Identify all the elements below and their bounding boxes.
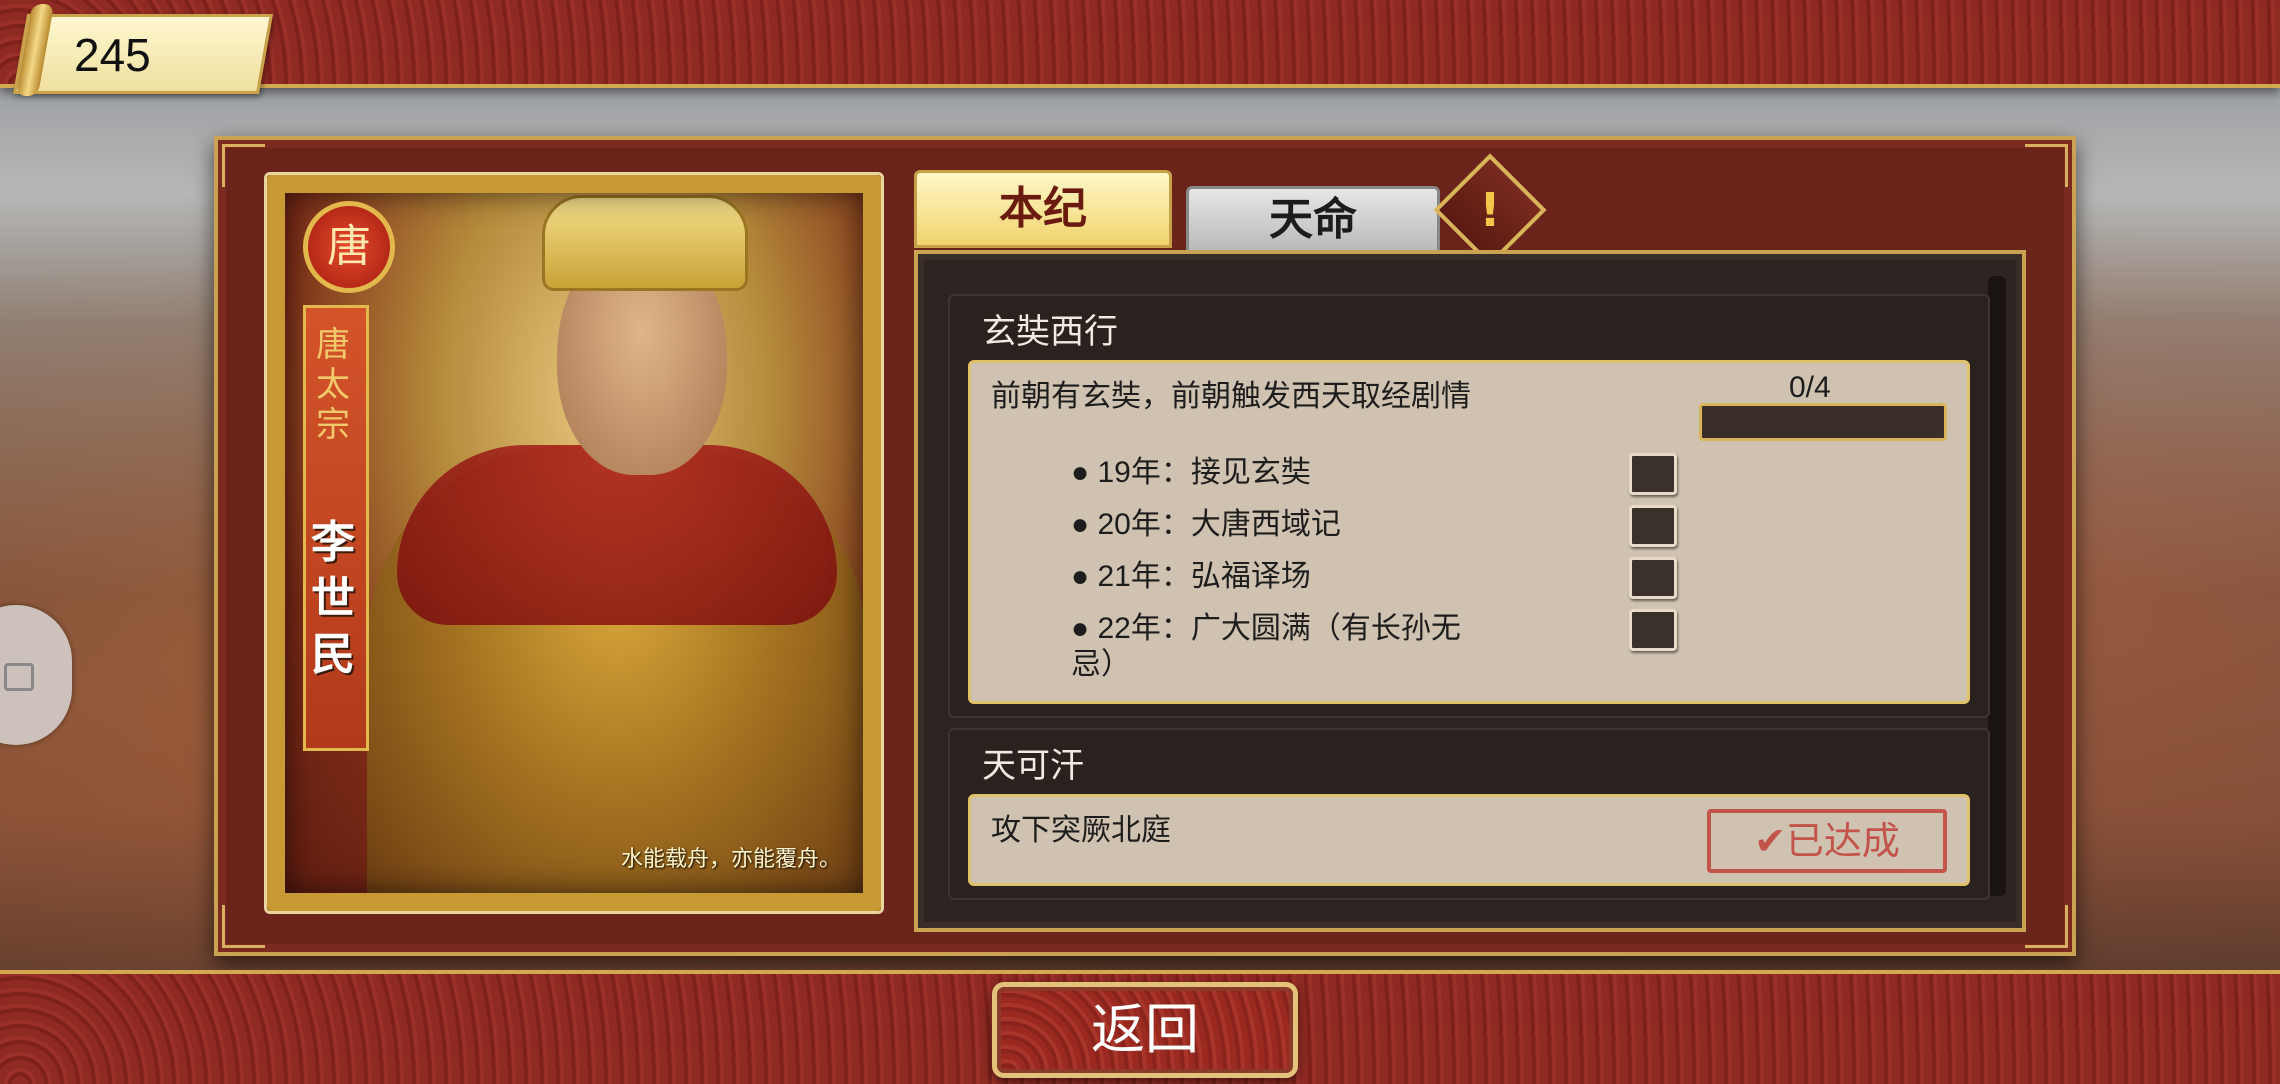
character-title: 唐太宗 [316,325,350,445]
progress-count: 0/4 [1789,371,1831,404]
scrollbar[interactable] [1988,276,2006,896]
exclamation-glyph: ! [1479,183,1501,237]
corner-ornament [222,905,265,948]
task-item: ● 22年：广大圆满（有长孙无忌） [1071,612,1461,681]
character-quote: 水能载舟，亦能覆舟。 [620,847,841,872]
achievement-section: 玄奘西行 前朝有玄奘，前朝触发西天取经剧情 0/4 ● 19年：接见玄奘 ● 2… [948,294,1990,718]
lock-icon [4,663,34,691]
section-title: 玄奘西行 [982,313,1118,351]
score-value: 245 [74,29,151,81]
achievement-detail: 攻下突厥北庭 ✔已达成 [968,794,1970,886]
progress-bar [1699,403,1947,441]
dynasty-emblem: 唐 [303,201,395,293]
task-checkbox [1629,609,1677,651]
task-item: ● 20年：大唐西域记 [1071,508,1341,541]
corner-ornament [2025,144,2068,187]
completed-stamp: ✔已达成 [1707,809,1947,873]
task-item: ● 19年：接见玄奘 [1071,456,1311,489]
character-name: 李世民 [311,517,355,680]
achievement-description: 攻下突厥北庭 [991,814,1171,847]
section-title: 天可汗 [982,747,1084,785]
tab-benji[interactable]: 本纪 [914,170,1172,248]
corner-ornament [222,144,265,187]
tab-tianming[interactable]: 天命 [1186,186,1440,254]
back-button[interactable]: 返回 [992,982,1298,1078]
character-portrait: 唐 唐太宗 李世民 水能载舟，亦能覆舟。 [264,172,884,914]
achievement-section: 天可汗 攻下突厥北庭 ✔已达成 [948,728,1990,900]
task-checkbox [1629,557,1677,599]
achievement-description: 前朝有玄奘，前朝触发西天取经剧情 [991,380,1471,413]
achievement-detail: 前朝有玄奘，前朝触发西天取经剧情 0/4 ● 19年：接见玄奘 ● 20年：大唐… [968,360,1970,704]
top-bar [0,0,2280,88]
corner-ornament [2025,905,2068,948]
task-checkbox [1629,505,1677,547]
task-item: ● 21年：弘福译场 [1071,560,1311,593]
task-checkbox [1629,453,1677,495]
